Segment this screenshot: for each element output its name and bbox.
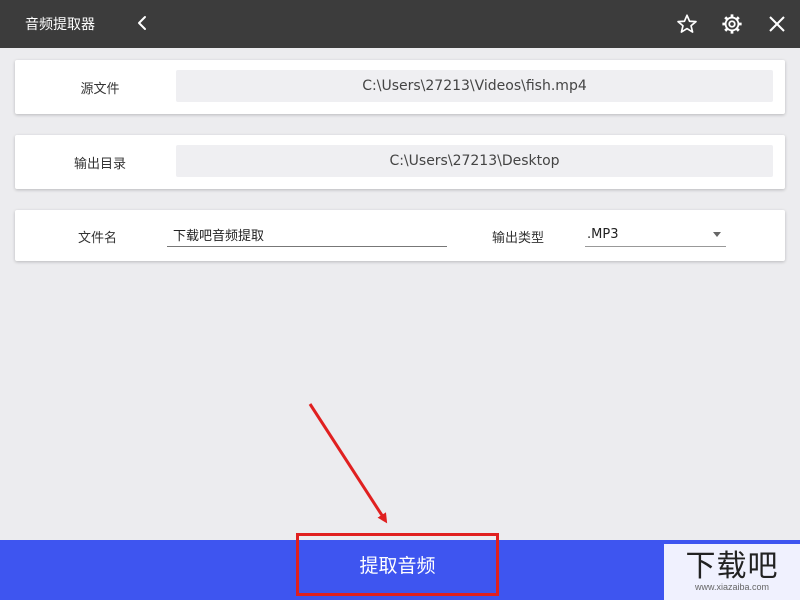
close-button[interactable] xyxy=(762,9,792,39)
options-card: 文件名 下载吧音频提取 输出类型 .MP3 xyxy=(15,210,785,261)
filename-label: 文件名 xyxy=(77,231,117,246)
source-file-label: 源文件 xyxy=(80,82,120,97)
output-type-select[interactable]: .MP3 xyxy=(585,222,726,247)
title-bar: 音频提取器 xyxy=(0,0,800,48)
watermark: 下载吧 www.xiazaiba.com xyxy=(664,544,800,600)
dropdown-caret-icon xyxy=(713,232,721,237)
output-type-value: .MP3 xyxy=(587,226,619,242)
output-dir-field[interactable]: C:\Users\27213\Desktop xyxy=(176,145,773,177)
star-icon xyxy=(677,14,697,33)
back-button[interactable] xyxy=(130,10,156,36)
source-file-field[interactable]: C:\Users\27213\Videos\fish.mp4 xyxy=(176,70,773,102)
arrow-line xyxy=(308,403,388,524)
watermark-url: www.xiazaiba.com xyxy=(694,582,770,592)
close-icon xyxy=(769,16,785,32)
gear-icon xyxy=(722,14,742,34)
filename-input[interactable]: 下载吧音频提取 xyxy=(167,222,447,247)
output-dir-card: 输出目录 C:\Users\27213\Desktop xyxy=(15,135,785,189)
source-file-card: 源文件 C:\Users\27213\Videos\fish.mp4 xyxy=(15,60,785,114)
output-type-label: 输出类型 xyxy=(492,231,545,246)
settings-button[interactable] xyxy=(717,9,747,39)
back-icon xyxy=(138,16,146,30)
extract-audio-button[interactable]: 提取音频 xyxy=(296,533,499,596)
output-dir-label: 输出目录 xyxy=(73,157,126,172)
watermark-logo: 下载吧 xyxy=(685,549,779,584)
app-title: 音频提取器 xyxy=(25,17,95,33)
favorite-button[interactable] xyxy=(672,9,702,39)
